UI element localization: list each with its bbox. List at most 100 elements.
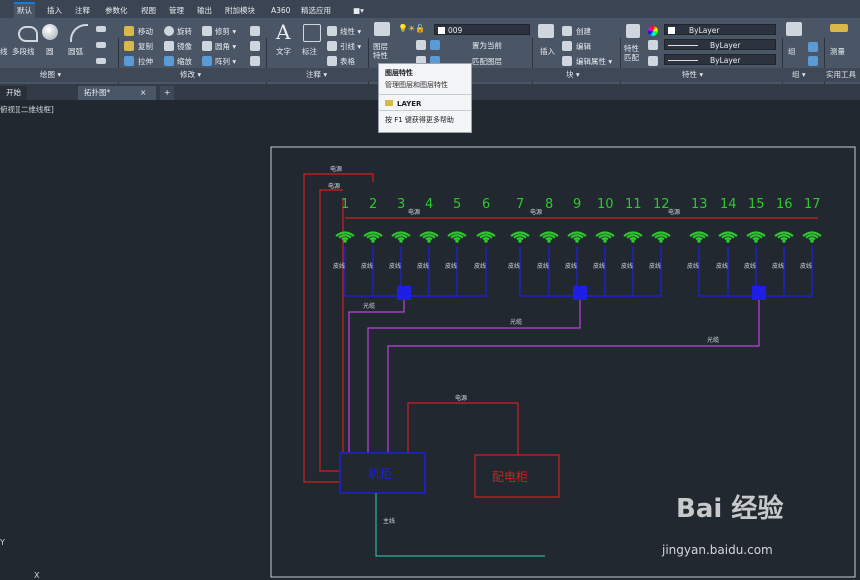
lineweight-combo[interactable]: ByLayer (664, 54, 776, 65)
arc-label[interactable]: 圆弧 (68, 46, 83, 57)
cable-label: 皮线 (593, 262, 605, 270)
erase-icon[interactable] (250, 26, 260, 36)
tab-view[interactable]: 视图 (138, 4, 159, 18)
tab-output[interactable]: 输出 (194, 4, 215, 18)
polyline-icon[interactable] (18, 26, 38, 42)
tab-start[interactable]: 开始 (0, 86, 27, 100)
wifi-icons (335, 231, 822, 243)
copy-icon[interactable] (124, 41, 134, 51)
properties-panel-title[interactable]: 特性 ▾ (682, 69, 703, 80)
fiber-label-1: 光缆 (363, 302, 375, 310)
edit-block-button[interactable]: 编辑 (576, 41, 591, 52)
edit-attr-icon[interactable] (562, 56, 572, 66)
layer-properties-button[interactable]: 图层 特性 (373, 42, 388, 60)
match-properties-button[interactable]: 特性 匹配 (624, 44, 639, 62)
group-icon[interactable] (786, 22, 802, 36)
new-tab-icon[interactable]: + (160, 86, 175, 100)
rectangle-icon[interactable] (96, 26, 106, 32)
rotate-button[interactable]: 旋转 (177, 26, 192, 37)
layer-properties-icon[interactable] (374, 22, 390, 36)
polyline-label[interactable]: 多段线 (12, 46, 35, 57)
line-icon[interactable] (0, 26, 8, 40)
draw-panel-title[interactable]: 绘图 ▾ (40, 69, 61, 80)
tab-insert[interactable]: 插入 (44, 4, 65, 18)
bulb-icon[interactable]: 💡☀🔓 (398, 24, 425, 33)
cable-label: 皮线 (687, 262, 699, 270)
wifi-icon (419, 231, 439, 243)
tab-featured-apps[interactable]: 精选应用 (298, 4, 334, 18)
cable-label: 皮线 (361, 262, 373, 270)
create-block-button[interactable]: 创建 (576, 26, 591, 37)
edit-attributes-button[interactable]: 编辑属性 ▾ (576, 56, 612, 67)
block-panel-title[interactable]: 块 ▾ (566, 69, 580, 80)
measure-icon[interactable] (830, 24, 848, 32)
cable-label: 皮线 (474, 262, 486, 270)
line-label[interactable]: 线 (0, 46, 8, 57)
table-icon[interactable] (327, 56, 337, 66)
dimension-button[interactable]: 标注 (302, 46, 317, 57)
groups-panel-title[interactable]: 组 ▾ (792, 69, 806, 80)
tab-overflow-icon[interactable]: ■▾ (350, 4, 367, 18)
rotate-icon[interactable] (164, 26, 174, 36)
tab-addins[interactable]: 附加模块 (222, 4, 258, 18)
region-icon[interactable] (96, 58, 106, 64)
close-tab-icon[interactable]: × (140, 86, 146, 100)
utilities-panel-title[interactable]: 实用工具 (826, 69, 856, 80)
set-current-button[interactable]: 置为当前 (472, 40, 502, 51)
array-icon[interactable] (202, 56, 212, 66)
table-button[interactable]: 表格 (340, 56, 355, 67)
switch-1 (397, 286, 411, 300)
layer-tool-icon[interactable] (416, 40, 426, 50)
match-properties-icon[interactable] (626, 24, 640, 38)
layer-combo[interactable]: 009 (434, 24, 530, 35)
insert-block-icon[interactable] (538, 24, 554, 38)
explode-icon[interactable] (250, 41, 260, 51)
group-select-icon[interactable] (808, 56, 818, 66)
copy-button[interactable]: 复制 (138, 41, 153, 52)
fiber-lines (348, 300, 760, 452)
group-button[interactable]: 组 (788, 46, 796, 57)
hatch-icon[interactable] (96, 42, 106, 48)
mirror-button[interactable]: 镜像 (177, 41, 192, 52)
scale-icon[interactable] (164, 56, 174, 66)
tab-annotate[interactable]: 注释 (72, 4, 93, 18)
dimension-icon[interactable] (303, 24, 321, 42)
text-button[interactable]: 文字 (276, 46, 291, 57)
trim-button[interactable]: 修剪 ▾ (215, 26, 236, 37)
trim-icon[interactable] (202, 26, 212, 36)
mirror-icon[interactable] (164, 41, 174, 51)
measure-button[interactable]: 测量 (830, 46, 845, 57)
match-layer-button[interactable]: 匹配图层 (472, 56, 502, 67)
arc-icon[interactable] (70, 24, 88, 42)
linear-icon[interactable] (327, 26, 337, 36)
tab-parametric[interactable]: 参数化 (102, 4, 131, 18)
modify-panel-title[interactable]: 修改 ▾ (180, 69, 201, 80)
scale-button[interactable]: 缩放 (177, 56, 192, 67)
edit-block-icon[interactable] (562, 41, 572, 51)
drawing-canvas[interactable]: 俯视][二维线框] 电源 电源 电源 电源 电源 电源 1 2 3 4 5 6 7 8 9 10 1… (0, 100, 860, 580)
array-button[interactable]: 阵列 ▾ (215, 56, 236, 67)
offset-icon[interactable] (250, 56, 260, 66)
tab-manage[interactable]: 管理 (166, 4, 187, 18)
fillet-button[interactable]: 圆角 ▾ (215, 41, 236, 52)
circle-icon[interactable] (42, 24, 58, 40)
leader-button[interactable]: 引线 ▾ (340, 41, 361, 52)
linetype-combo[interactable]: ByLayer (664, 39, 776, 50)
insert-button[interactable]: 插入 (540, 46, 555, 57)
create-block-icon[interactable] (562, 26, 572, 36)
circle-label[interactable]: 圆 (46, 46, 54, 57)
leader-icon[interactable] (327, 41, 337, 51)
fillet-icon[interactable] (202, 41, 212, 51)
linear-button[interactable]: 线性 ▾ (340, 26, 361, 37)
stretch-button[interactable]: 拉伸 (138, 56, 153, 67)
group-edit-icon[interactable] (808, 42, 818, 52)
stretch-icon[interactable] (124, 56, 134, 66)
layer-state-icon[interactable] (430, 40, 440, 50)
cable-label: 皮线 (716, 262, 728, 270)
color-combo[interactable]: ByLayer (664, 24, 776, 35)
move-icon[interactable] (124, 26, 134, 36)
tab-a360[interactable]: A360 (268, 4, 293, 18)
text-icon[interactable]: A (276, 20, 290, 44)
annotation-panel-title[interactable]: 注释 ▾ (306, 69, 327, 80)
move-button[interactable]: 移动 (138, 26, 153, 37)
